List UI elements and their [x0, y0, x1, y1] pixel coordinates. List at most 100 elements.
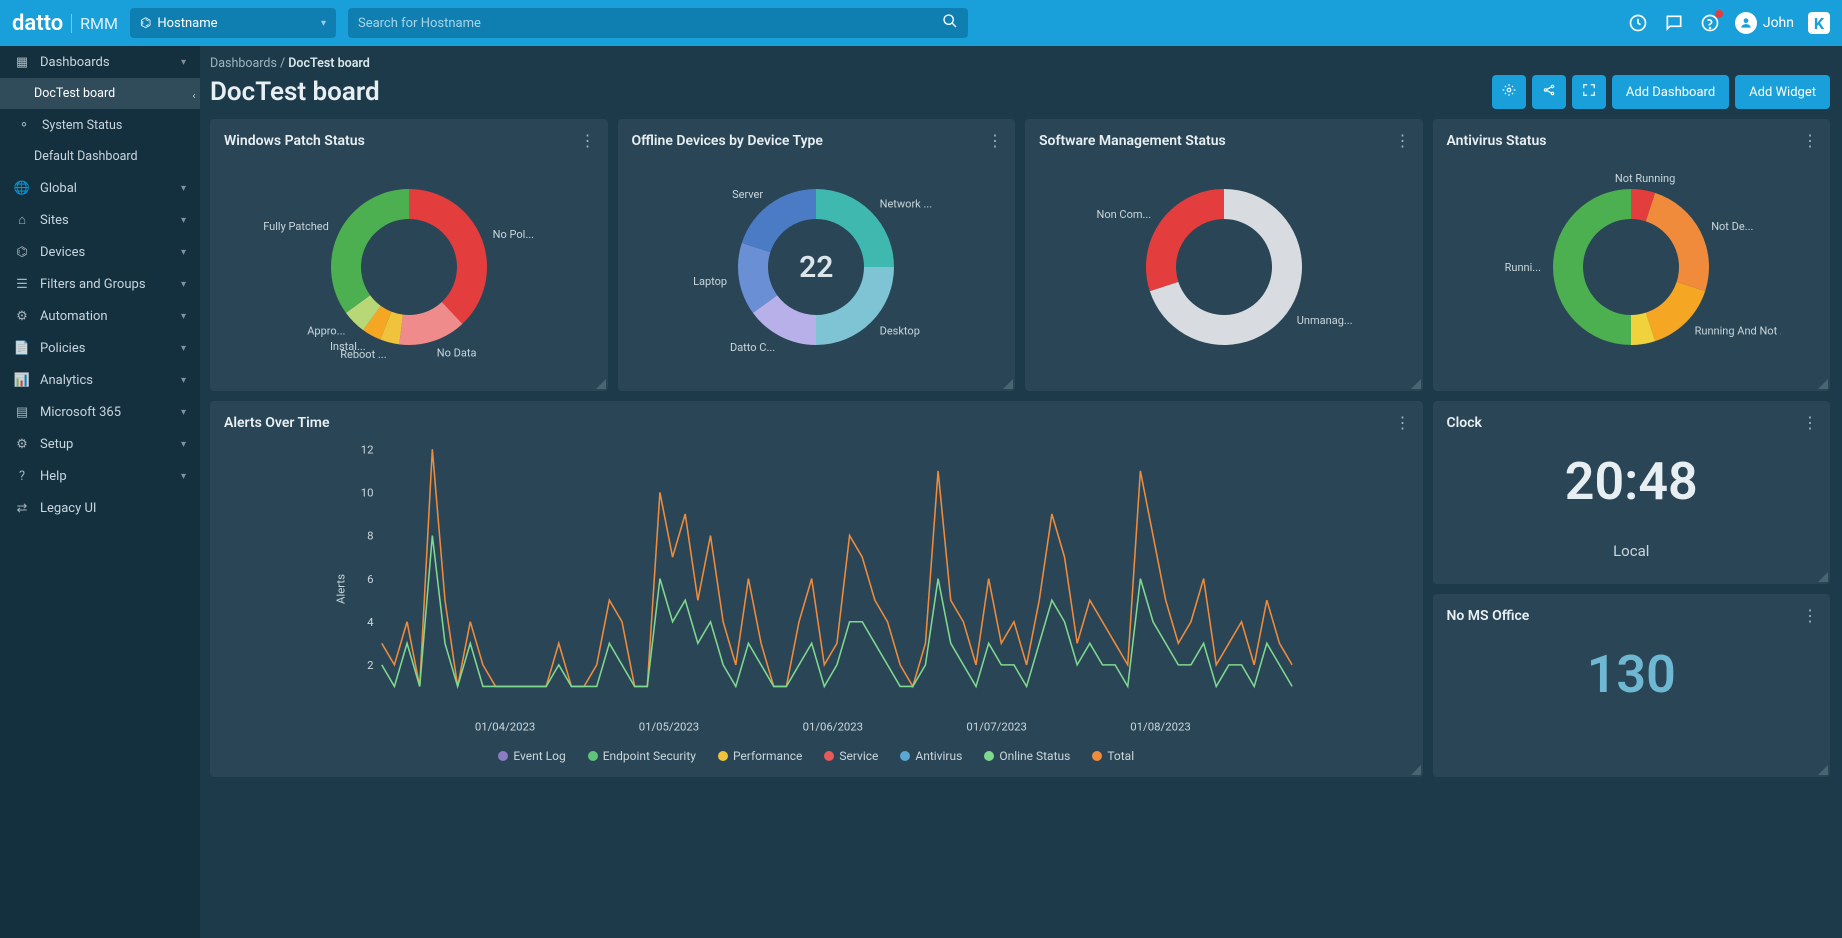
svg-text:Server: Server — [732, 188, 763, 201]
legend-item[interactable]: Antivirus — [900, 749, 962, 763]
widget-alerts-over-time: Alerts Over Time ⋮ 24681012Alerts01/04/2… — [210, 401, 1423, 777]
search-input[interactable] — [358, 16, 942, 31]
svg-text:12: 12 — [361, 442, 374, 456]
sidebar-item-analytics[interactable]: 📊Analytics▾ — [0, 364, 200, 396]
legend-item[interactable]: Performance — [718, 749, 802, 763]
sidebar-item-doctest[interactable]: DocTest board — [0, 78, 200, 109]
add-widget-button[interactable]: Add Widget — [1735, 75, 1830, 109]
sidebar-collapse[interactable]: ‹ — [187, 84, 200, 108]
widget-menu-icon[interactable]: ⋮ — [1395, 413, 1411, 432]
chevron-down-icon: ▾ — [181, 439, 186, 450]
user-name: John — [1763, 15, 1794, 31]
chevron-down-icon: ▾ — [181, 215, 186, 226]
svg-text:Datto C...: Datto C... — [730, 341, 775, 354]
svg-text:No Data: No Data — [437, 347, 477, 360]
legend-item[interactable]: Event Log — [498, 749, 565, 763]
kaseya-badge[interactable]: K — [1808, 12, 1830, 34]
sidebar-item-system-status[interactable]: ⚬System Status — [0, 109, 200, 141]
svg-text:Laptop: Laptop — [693, 275, 727, 288]
chevron-down-icon: ▾ — [181, 279, 186, 290]
svg-text:Appro...: Appro... — [307, 325, 345, 338]
brand-sub: RMM — [71, 14, 118, 33]
widget-title: Alerts Over Time — [224, 415, 1409, 431]
widget-menu-icon[interactable]: ⋮ — [1395, 131, 1411, 150]
sidebar-item-microsoft-365[interactable]: ▤Microsoft 365▾ — [0, 396, 200, 428]
widget-title: No MS Office — [1447, 608, 1817, 624]
search-box[interactable] — [348, 8, 968, 38]
svg-text:Not Running: Not Running — [1615, 172, 1675, 185]
sidebar-dashboards-label: Dashboards — [40, 55, 110, 70]
sidebar-item-setup[interactable]: ⚙Setup▾ — [0, 428, 200, 460]
legend-dot — [718, 751, 728, 761]
nav-icon: ▤ — [14, 404, 30, 420]
nav-icon: ⚙ — [14, 436, 30, 452]
widget-menu-icon[interactable]: ⋮ — [1802, 413, 1818, 432]
legend-dot — [900, 751, 910, 761]
sidebar-item-default-dashboard[interactable]: Default Dashboard — [0, 141, 200, 172]
main-content: Dashboards / DocTest board DocTest board… — [200, 46, 1842, 938]
sidebar-item-sites[interactable]: ⌂Sites▾ — [0, 204, 200, 236]
resize-handle[interactable] — [1818, 379, 1828, 389]
svg-text:01/07/2023: 01/07/2023 — [966, 720, 1026, 734]
sidebar-item-policies[interactable]: 📄Policies▾ — [0, 332, 200, 364]
resize-handle[interactable] — [1411, 379, 1421, 389]
add-dashboard-button[interactable]: Add Dashboard — [1612, 75, 1729, 109]
nav-icon: ☰ — [14, 276, 30, 292]
resize-handle[interactable] — [1818, 572, 1828, 582]
legend-item[interactable]: Online Status — [984, 749, 1070, 763]
legend-item[interactable]: Service — [824, 749, 878, 763]
breadcrumb-root[interactable]: Dashboards — [210, 56, 277, 71]
fullscreen-button[interactable] — [1572, 75, 1606, 109]
sidebar-item-legacy-ui[interactable]: ⇄Legacy UI — [0, 492, 200, 524]
brand-logo: datto RMM — [12, 11, 118, 36]
svg-text:6: 6 — [367, 572, 373, 586]
svg-text:01/05/2023: 01/05/2023 — [639, 720, 699, 734]
legend-dot — [984, 751, 994, 761]
clock-icon[interactable] — [1627, 12, 1649, 34]
svg-text:8: 8 — [367, 529, 373, 543]
widget-menu-icon[interactable]: ⋮ — [1802, 606, 1818, 625]
hostname-dropdown[interactable]: ⌬ Hostname ▾ — [130, 8, 336, 38]
sidebar-item-automation[interactable]: ⚙Automation▾ — [0, 300, 200, 332]
svg-text:Running And Not ...: Running And Not ... — [1695, 325, 1781, 338]
alerts-legend: Event Log Endpoint Security Performance Ser… — [224, 749, 1409, 763]
avatar-icon — [1735, 12, 1757, 34]
widget-clock: Clock ⋮ 20:48 Local — [1433, 401, 1831, 584]
resize-handle[interactable] — [1818, 765, 1828, 775]
brand-name: datto — [12, 11, 63, 36]
widget-title: Windows Patch Status — [224, 133, 594, 149]
resize-handle[interactable] — [1411, 765, 1421, 775]
resize-handle[interactable] — [596, 379, 606, 389]
widget-title: Offline Devices by Device Type — [632, 133, 1002, 149]
legend-dot — [1092, 751, 1102, 761]
breadcrumb: Dashboards / DocTest board — [210, 56, 1830, 71]
svg-text:10: 10 — [361, 486, 374, 500]
settings-button[interactable] — [1492, 75, 1526, 109]
resize-handle[interactable] — [1003, 379, 1013, 389]
sidebar-item-help[interactable]: ?Help▾ — [0, 460, 200, 492]
svg-text:2: 2 — [367, 658, 373, 672]
chevron-down-icon: ▾ — [321, 18, 326, 29]
svg-text:Unmanag...: Unmanag... — [1297, 314, 1353, 327]
widget-menu-icon[interactable]: ⋮ — [1802, 131, 1818, 150]
widget-menu-icon[interactable]: ⋮ — [987, 131, 1003, 150]
sidebar-dashboards[interactable]: ▦Dashboards ▾ — [0, 46, 200, 78]
help-icon[interactable] — [1699, 12, 1721, 34]
search-icon[interactable] — [942, 13, 958, 33]
widget-menu-icon[interactable]: ⋮ — [580, 131, 596, 150]
svg-text:Instal...: Instal... — [330, 340, 366, 353]
chevron-down-icon: ▾ — [181, 311, 186, 322]
msoffice-count: 130 — [1447, 644, 1817, 705]
nav-icon: ⚙ — [14, 308, 30, 324]
sidebar-item-filters-and-groups[interactable]: ☰Filters and Groups▾ — [0, 268, 200, 300]
legend-item[interactable]: Total — [1092, 749, 1134, 763]
legend-dot — [588, 751, 598, 761]
chat-icon[interactable] — [1663, 12, 1685, 34]
legend-item[interactable]: Endpoint Security — [588, 749, 696, 763]
sidebar-item-devices[interactable]: ⌬Devices▾ — [0, 236, 200, 268]
sidebar-item-global[interactable]: 🌐Global▾ — [0, 172, 200, 204]
user-menu[interactable]: John — [1735, 12, 1794, 34]
chevron-down-icon: ▾ — [181, 407, 186, 418]
share-button[interactable] — [1532, 75, 1566, 109]
breadcrumb-current: DocTest board — [288, 56, 370, 71]
